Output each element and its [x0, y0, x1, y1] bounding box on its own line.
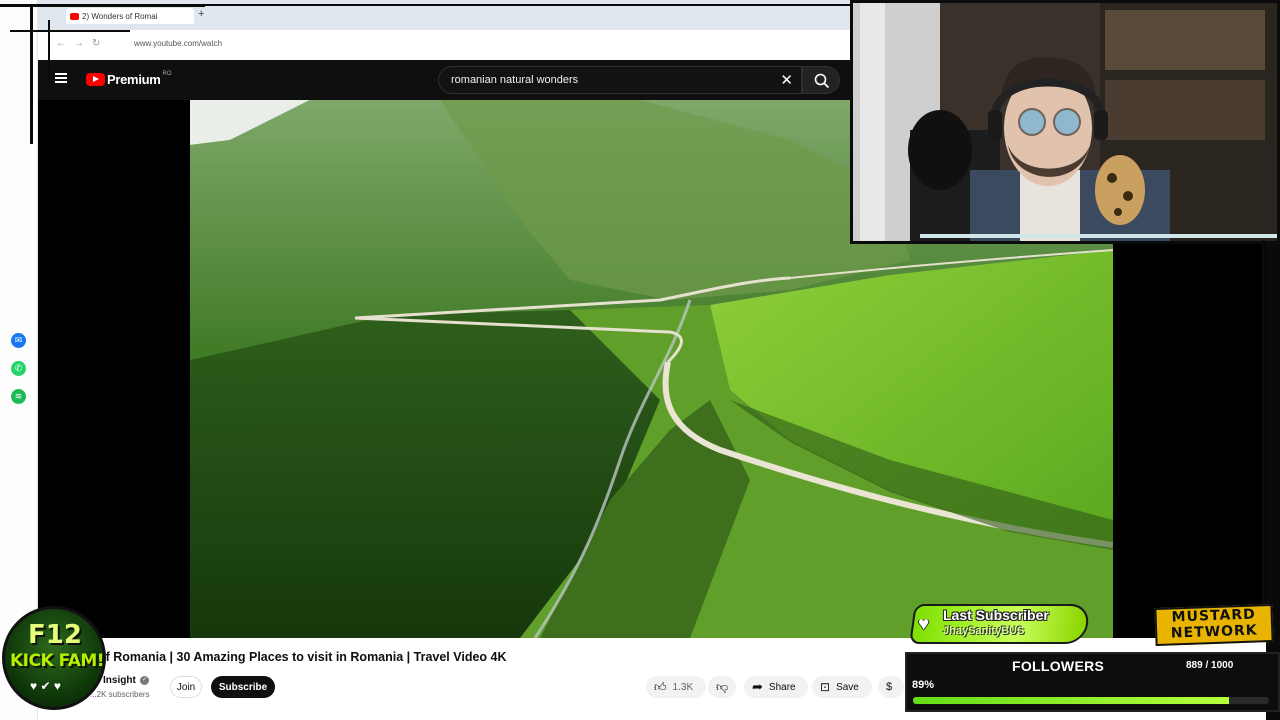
country-code: RO: [162, 70, 172, 77]
overlay-decoration: [30, 4, 33, 144]
url-field[interactable]: www.youtube.com/watch: [134, 39, 222, 48]
new-tab-button[interactable]: +: [198, 8, 204, 20]
thanks-icon: $: [886, 681, 893, 693]
share-button[interactable]: ➦ Share: [744, 676, 808, 698]
followers-percent: 89%: [912, 679, 935, 691]
like-button[interactable]: 👍︎ 1.3K: [646, 676, 706, 698]
search-icon: [814, 73, 830, 89]
dislike-button[interactable]: 👎︎: [708, 676, 736, 698]
overlay-decoration: [205, 4, 850, 6]
subscribe-button[interactable]: Subscribe: [211, 676, 275, 698]
webcam-feed: [850, 0, 1280, 244]
spotify-icon[interactable]: ≋: [11, 389, 26, 404]
like-count: 1.3K: [672, 681, 694, 693]
save-button[interactable]: ⊡ Save: [812, 676, 872, 698]
share-label: Share: [768, 681, 796, 693]
network-line2: NETWORK: [1170, 622, 1258, 642]
last-subscriber-title: Last Subscriber: [943, 607, 1049, 623]
back-icon[interactable]: ←: [56, 38, 66, 49]
menu-icon[interactable]: [55, 73, 67, 83]
badge-icons: ♥ ✔ ♥: [30, 679, 61, 693]
channel-name[interactable]: Insight: [103, 675, 136, 686]
badge-kickfam-text: KICK FAM!: [10, 651, 105, 671]
overlay-decoration: [48, 20, 50, 80]
thumbs-down-icon: 👎︎: [716, 679, 729, 694]
search-value: romanian natural wonders: [451, 74, 579, 86]
messenger-icon[interactable]: ✉: [11, 333, 26, 348]
share-icon: ➦: [752, 679, 763, 694]
mustard-network-logo: MUSTARD NETWORK: [1154, 603, 1274, 647]
thanks-button[interactable]: $: [878, 676, 904, 698]
last-subscriber-name: JhaySanityBUS: [943, 625, 1025, 637]
search-button[interactable]: [802, 66, 840, 94]
overlay-decoration: [1262, 240, 1265, 610]
address-bar: ← → ↻ www.youtube.com/watch: [38, 30, 850, 60]
followers-progress-bar: [913, 697, 1269, 704]
badge-f12-text: F12: [28, 620, 82, 650]
heart-icon: ♥: [918, 614, 930, 635]
streamer-webcam-image: [850, 0, 1280, 244]
search-input[interactable]: romanian natural wonders ✕: [438, 66, 802, 94]
followers-title: FOLLOWERS: [1012, 658, 1105, 674]
brand-label: Premium: [107, 72, 161, 87]
join-button[interactable]: Join: [170, 676, 202, 698]
whatsapp-icon[interactable]: ✆: [11, 361, 26, 376]
youtube-favicon-icon: [70, 12, 79, 20]
tab-title: 2) Wonders of Romai: [82, 11, 158, 21]
followers-progress-fill: [913, 697, 1230, 704]
thumbs-up-icon: 👍︎: [654, 679, 667, 694]
save-icon: ⊡: [820, 680, 831, 694]
video-title: of Romania | 30 Amazing Places to visit …: [98, 650, 507, 664]
verified-icon: ✓: [140, 676, 149, 685]
browser-tab[interactable]: 2) Wonders of Romai: [66, 8, 194, 24]
youtube-header: Premium RO romanian natural wonders ✕: [38, 60, 850, 100]
followers-count: 889 / 1000: [1186, 660, 1234, 671]
save-label: Save: [836, 681, 859, 693]
stream-screen: ✉ ✆ ≋ 2) Wonders of Romai + ← → ↻ www.yo…: [0, 0, 1280, 720]
subscriber-count: ...2K subscribers: [90, 690, 150, 699]
overlay-decoration: [10, 30, 130, 32]
reload-icon[interactable]: ↻: [92, 38, 100, 49]
youtube-play-icon: [86, 73, 105, 86]
forward-icon[interactable]: →: [74, 38, 84, 49]
youtube-logo[interactable]: Premium RO: [86, 70, 172, 87]
clear-search-icon[interactable]: ✕: [780, 71, 793, 89]
